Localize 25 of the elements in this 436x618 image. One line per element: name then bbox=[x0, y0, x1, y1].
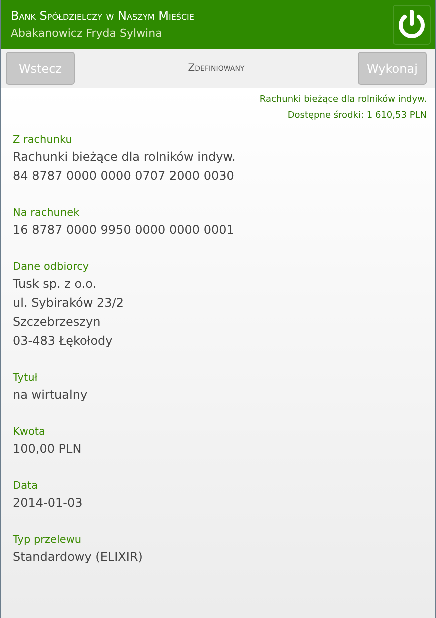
field-value: Tusk sp. z o.o. bbox=[13, 276, 98, 293]
power-icon bbox=[397, 8, 427, 40]
field-value: Szczebrzeszyn bbox=[13, 314, 102, 331]
field-value: 16 8787 0000 9950 0000 0000 0001 bbox=[13, 222, 236, 239]
field-label: Data bbox=[13, 479, 40, 494]
bank-name: Bank Spółdzielczy w Naszym Mieście bbox=[11, 9, 194, 23]
field-value: na wirtualny bbox=[13, 387, 89, 404]
field-value: ul. Sybiraków 23/2 bbox=[13, 295, 125, 312]
field-value: 84 8787 0000 0000 0707 2000 0030 bbox=[13, 168, 236, 185]
field-label: Z rachunku bbox=[13, 133, 74, 148]
field-label: Kwota bbox=[13, 425, 46, 440]
logout-button[interactable] bbox=[393, 4, 431, 44]
field-label: Tytuł bbox=[13, 371, 39, 386]
field-label: Dane odbiorcy bbox=[13, 260, 90, 275]
field-label: Na rachunek bbox=[13, 206, 81, 221]
field-value: 100,00 PLN bbox=[13, 441, 83, 458]
account-info: Dostępne środki: 1 610,53 PLN bbox=[288, 111, 427, 121]
field-value: 03-483 Łękołody bbox=[13, 333, 114, 350]
user-name: Abakanowicz Fryda Sylwina bbox=[11, 27, 164, 40]
field-value: Standardowy (ELIXIR) bbox=[13, 549, 144, 566]
field-value: Rachunki bieżące dla rolników indyw. bbox=[13, 149, 237, 166]
field-label: Typ przelewu bbox=[13, 533, 83, 548]
field-value: 2014-01-03 bbox=[13, 495, 84, 512]
page-title: Zdefiniowany bbox=[188, 63, 245, 74]
account-info: Rachunki bieżące dla rolników indyw. bbox=[260, 95, 427, 105]
